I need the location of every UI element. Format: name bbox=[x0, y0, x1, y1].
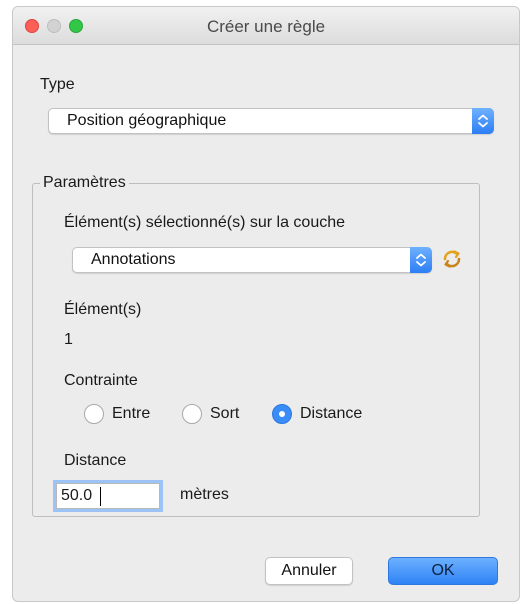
layer-select-value: Annotations bbox=[91, 251, 176, 268]
type-select-value: Position géographique bbox=[67, 112, 227, 129]
radio-icon[interactable] bbox=[182, 404, 202, 424]
radio-distance-label: Distance bbox=[300, 405, 363, 422]
distance-unit: mètres bbox=[180, 486, 229, 503]
layer-select[interactable]: Annotations bbox=[72, 247, 432, 273]
type-select[interactable]: Position géographique bbox=[48, 108, 494, 134]
constraint-label: Contrainte bbox=[64, 372, 138, 389]
chevron-updown-icon[interactable] bbox=[472, 108, 494, 134]
chevron-updown-icon[interactable] bbox=[410, 247, 432, 273]
radio-sort-label: Sort bbox=[210, 405, 240, 422]
refresh-icon[interactable] bbox=[440, 247, 464, 271]
layer-label: Élément(s) sélectionné(s) sur la couche bbox=[64, 214, 346, 231]
elements-label: Élément(s) bbox=[64, 301, 142, 318]
parameters-legend: Paramètres bbox=[40, 174, 129, 192]
radio-icon[interactable] bbox=[272, 404, 292, 424]
distance-input-value: 50.0 bbox=[61, 487, 93, 504]
text-caret bbox=[100, 487, 101, 506]
elements-count: 1 bbox=[64, 331, 73, 348]
type-label: Type bbox=[40, 76, 75, 93]
title-bar: Créer une règle bbox=[13, 7, 519, 45]
distance-label: Distance bbox=[64, 452, 127, 469]
ok-button[interactable]: OK bbox=[388, 557, 498, 585]
window-title: Créer une règle bbox=[206, 17, 326, 36]
radio-entre-label: Entre bbox=[112, 405, 151, 422]
cancel-button[interactable]: Annuler bbox=[265, 557, 353, 585]
distance-input[interactable]: 50.0 bbox=[56, 483, 160, 509]
radio-icon[interactable] bbox=[84, 404, 104, 424]
